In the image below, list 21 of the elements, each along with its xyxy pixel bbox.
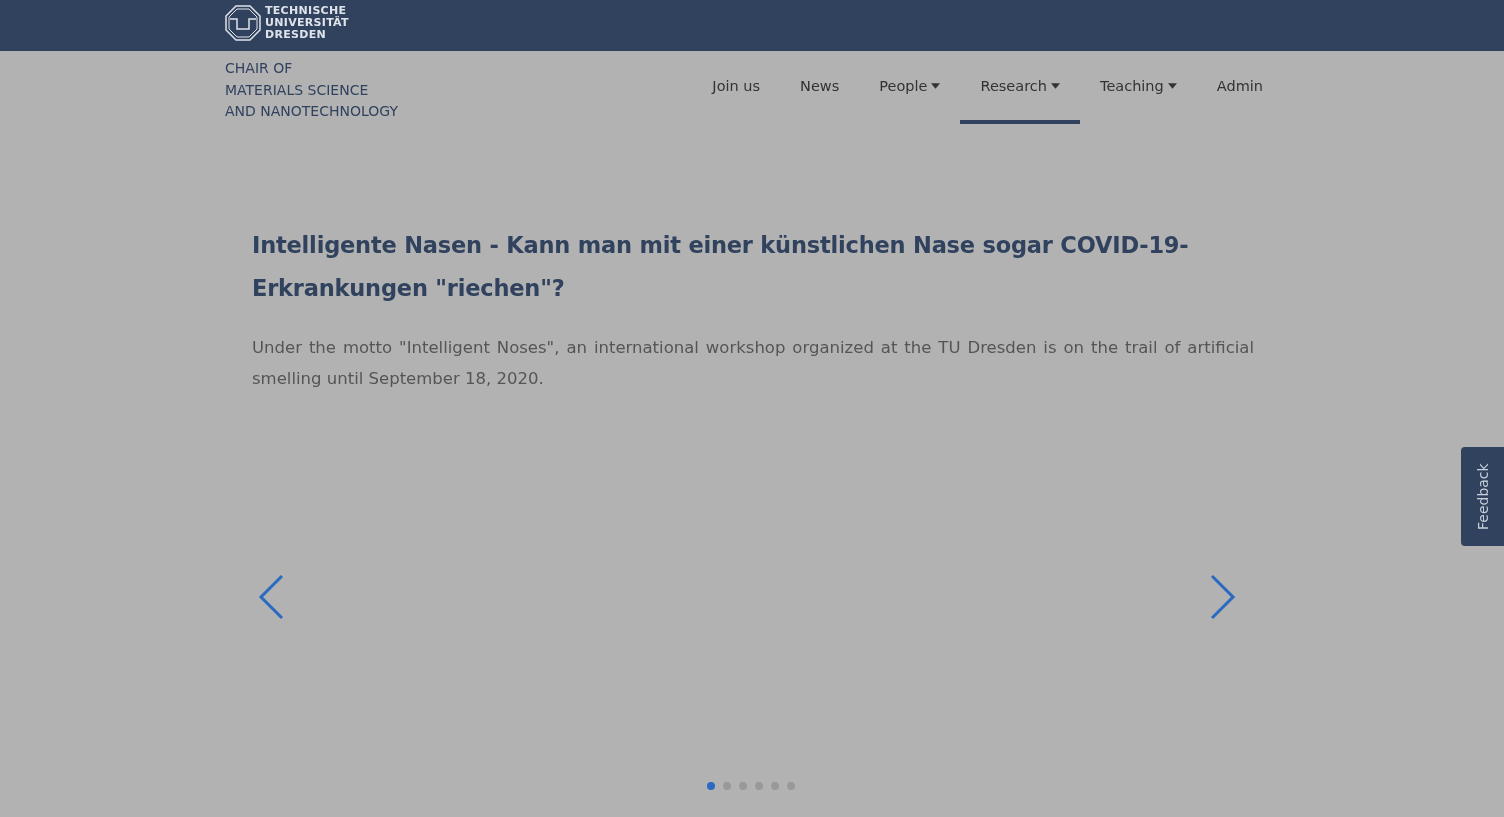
nav-link[interactable]: Admin [1196, 51, 1279, 124]
university-logo[interactable]: TECHNISCHE UNIVERSITÄT DRESDEN [225, 0, 349, 41]
logo-wordmark-line: DRESDEN [265, 29, 327, 41]
slide-title: Intelligente Nasen - Kann man mit einer künstlichen Nase sogar COVID-19-Erkrankungen "riechen"? [252, 231, 1190, 303]
feedback-tab[interactable]: Feedback [1461, 447, 1504, 546]
nav-link[interactable]: News [780, 51, 860, 124]
slide-indicator[interactable] [723, 782, 731, 790]
slide-indicator[interactable] [771, 782, 779, 790]
slide-indicator[interactable] [755, 782, 763, 790]
slide-indicator[interactable] [787, 782, 795, 790]
site-title[interactable]: CHAIR OF MATERIALS SCIENCE AND NANOTECHNOLOGY [225, 51, 399, 123]
octagon-logo-icon [225, 5, 261, 41]
logo-wordmark-line: TECHNISCHE [265, 5, 347, 17]
nav-link[interactable]: Research [960, 51, 1080, 124]
logo-wordmark-line: UNIVERSITÄT [265, 17, 349, 29]
slide-indicator[interactable] [739, 782, 747, 790]
slide-text: Under the motto "Intelligent Noses", an international workshop organized at the TU Dresden is on the trail of artificial smelling until September 18, 2020. [252, 337, 1254, 390]
slide-indicator[interactable] [707, 782, 715, 790]
nav-link[interactable]: Join us [692, 51, 781, 124]
nav-link[interactable]: Teaching [1080, 51, 1197, 124]
nav-link[interactable]: People [859, 51, 961, 124]
